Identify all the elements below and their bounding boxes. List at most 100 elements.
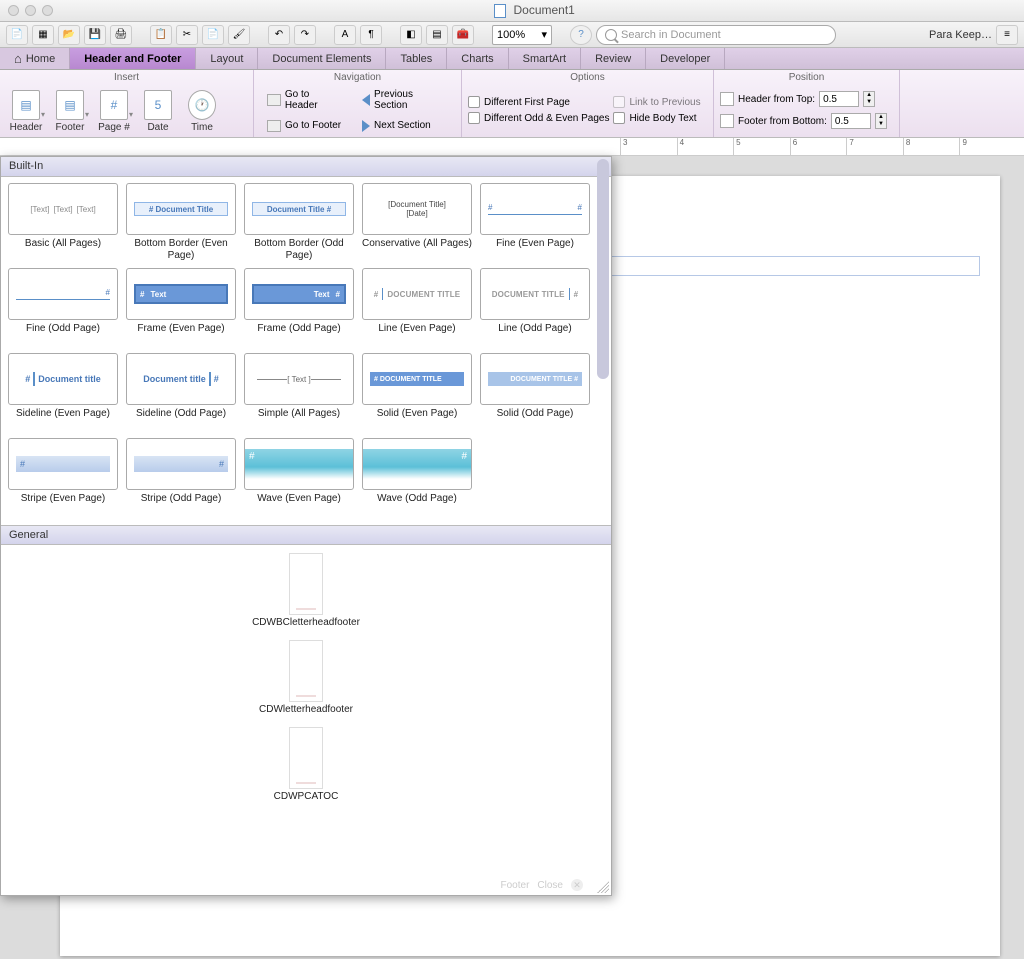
gallery-footer-label[interactable]: Footer <box>501 880 530 891</box>
goto-footer-button[interactable]: Go to Footer <box>260 117 351 135</box>
footer-bottom-icon <box>720 114 734 128</box>
minimize-window-icon[interactable] <box>25 5 36 16</box>
gallery-footer-controls: Footer Close ✕ <box>501 879 583 891</box>
window-controls <box>8 5 53 16</box>
gallery-item[interactable]: CDWPCATOC <box>176 727 436 802</box>
gallery-item[interactable]: #Stripe (Even Page) <box>7 438 119 517</box>
link-previous-checkbox[interactable]: Link to Previous <box>613 96 700 108</box>
gallery-item[interactable]: DOCUMENT TITLE #Solid (Odd Page) <box>479 353 591 432</box>
footer-from-bottom-input[interactable]: 0.5 <box>831 113 871 129</box>
tab-charts[interactable]: Charts <box>447 48 508 69</box>
hide-body-checkbox[interactable]: Hide Body Text <box>613 112 700 124</box>
goto-header-button[interactable]: Go to Header <box>260 86 351 114</box>
tab-review[interactable]: Review <box>581 48 646 69</box>
ruler-tick: 3 <box>620 138 677 155</box>
footer-icon: ▤ <box>56 90 84 120</box>
scroll-thumb[interactable] <box>597 159 609 379</box>
tab-smartart[interactable]: SmartArt <box>509 48 581 69</box>
gallery-toggle-button[interactable]: ▤ <box>426 25 448 45</box>
footer-from-bottom-stepper[interactable]: ▲▼ <box>875 113 887 129</box>
copy-button[interactable]: 📄 <box>202 25 224 45</box>
redo-button[interactable]: ↷ <box>294 25 316 45</box>
gallery-scrollbar[interactable] <box>597 159 609 877</box>
new-document-button[interactable]: 📄 <box>6 25 28 45</box>
toolbox-button[interactable]: 🧰 <box>452 25 474 45</box>
gallery-item[interactable]: Text#Frame (Odd Page) <box>243 268 355 347</box>
close-icon[interactable]: ✕ <box>571 879 583 891</box>
search-input[interactable]: Search in Document <box>596 25 836 45</box>
header-button[interactable]: ▤Header <box>6 85 46 137</box>
gallery-item[interactable]: #DOCUMENT TITLELine (Even Page) <box>361 268 473 347</box>
gallery-item[interactable]: # Document TitleBottom Border (Even Page… <box>125 183 237 262</box>
gallery-section-builtin: Built-In <box>1 157 611 177</box>
zoom-window-icon[interactable] <box>42 5 53 16</box>
gallery-item[interactable]: CDWBCletterheadfooter <box>176 553 436 628</box>
next-section-button[interactable]: Next Section <box>355 117 455 135</box>
tab-developer[interactable]: Developer <box>646 48 725 69</box>
gallery-item[interactable]: [ Text ] Simple (All Pages) <box>243 353 355 432</box>
gallery-item[interactable]: # DOCUMENT TITLESolid (Even Page) <box>361 353 473 432</box>
ruler-tick: 8 <box>903 138 960 155</box>
ruler-tick: 6 <box>790 138 847 155</box>
gallery-item[interactable]: Document title#Sideline (Odd Page) <box>125 353 237 432</box>
template-button[interactable]: ▦ <box>32 25 54 45</box>
close-window-icon[interactable] <box>8 5 19 16</box>
tab-home[interactable]: Home <box>0 48 70 69</box>
checkbox-icon <box>613 112 625 124</box>
resize-grip-icon[interactable] <box>597 881 609 893</box>
footer-button[interactable]: ▤Footer <box>50 85 90 137</box>
zoom-dropdown[interactable]: 100%▾ <box>492 25 552 45</box>
paragraph-style-button[interactable]: ≡ <box>996 25 1018 45</box>
search-placeholder: Search in Document <box>621 29 721 41</box>
tab-document-elements[interactable]: Document Elements <box>258 48 386 69</box>
paste-button[interactable]: 📋 <box>150 25 172 45</box>
undo-button[interactable]: ↶ <box>268 25 290 45</box>
help-button[interactable]: ? <box>570 25 592 45</box>
gallery-item[interactable]: #Stripe (Odd Page) <box>125 438 237 517</box>
gallery-item[interactable]: #Fine (Odd Page) <box>7 268 119 347</box>
checkbox-icon <box>468 112 480 124</box>
ruler-tick: 7 <box>846 138 903 155</box>
gallery-item[interactable]: #Wave (Even Page) <box>243 438 355 517</box>
open-button[interactable]: 📂 <box>58 25 80 45</box>
save-button[interactable]: 💾 <box>84 25 106 45</box>
gallery-item[interactable]: #Fine (Even Page) <box>479 183 591 262</box>
gallery-item[interactable]: [Document Title][Date]Conservative (All … <box>361 183 473 262</box>
tab-tables[interactable]: Tables <box>386 48 447 69</box>
previous-section-button[interactable]: Previous Section <box>355 86 455 114</box>
gallery-item[interactable]: #Wave (Odd Page) <box>361 438 473 517</box>
gallery-close-label[interactable]: Close <box>537 880 563 891</box>
header-from-top-stepper[interactable]: ▲▼ <box>863 91 875 107</box>
gallery-section-general: General <box>1 525 611 545</box>
group-insert-title: Insert <box>6 72 247 83</box>
gallery-item[interactable]: [Text][Text][Text]Basic (All Pages) <box>7 183 119 262</box>
gallery-item[interactable]: DOCUMENT TITLE#Line (Odd Page) <box>479 268 591 347</box>
clear-formatting-button[interactable]: A <box>334 25 356 45</box>
different-odd-even-checkbox[interactable]: Different Odd & Even Pages <box>468 112 609 124</box>
sidebar-toggle-button[interactable]: ◧ <box>400 25 422 45</box>
page-number-button[interactable]: #Page # <box>94 85 134 137</box>
gallery-item[interactable]: CDWletterheadfooter <box>176 640 436 715</box>
gallery-item[interactable]: #TextFrame (Even Page) <box>125 268 237 347</box>
format-painter-button[interactable]: 🖌 <box>228 25 250 45</box>
paragraph-style-label[interactable]: Para Keep… <box>929 29 992 41</box>
gallery-item[interactable]: #Document titleSideline (Even Page) <box>7 353 119 432</box>
cut-button[interactable]: ✂ <box>176 25 198 45</box>
general-thumb <box>289 553 323 615</box>
tab-layout[interactable]: Layout <box>196 48 258 69</box>
gallery-item[interactable]: Document Title #Bottom Border (Odd Page) <box>243 183 355 262</box>
header-from-top-input[interactable]: 0.5 <box>819 91 859 107</box>
time-button[interactable]: 🕐Time <box>182 85 222 137</box>
group-navigation-title: Navigation <box>260 72 455 83</box>
show-formatting-button[interactable]: ¶ <box>360 25 382 45</box>
tab-header-footer[interactable]: Header and Footer <box>70 48 196 69</box>
goto-header-icon <box>267 94 281 106</box>
main-toolbar: 📄 ▦ 📂 💾 🖨 📋 ✂ 📄 🖌 ↶ ↷ A ¶ ◧ ▤ 🧰 100%▾ ? … <box>0 22 1024 48</box>
window-title: Document1 <box>53 3 1016 18</box>
date-button[interactable]: 5Date <box>138 85 178 137</box>
different-first-page-checkbox[interactable]: Different First Page <box>468 96 609 108</box>
header-icon: ▤ <box>12 90 40 120</box>
print-button[interactable]: 🖨 <box>110 25 132 45</box>
document-icon <box>494 4 506 18</box>
horizontal-ruler[interactable]: 3 4 5 6 7 8 9 <box>0 138 1024 156</box>
